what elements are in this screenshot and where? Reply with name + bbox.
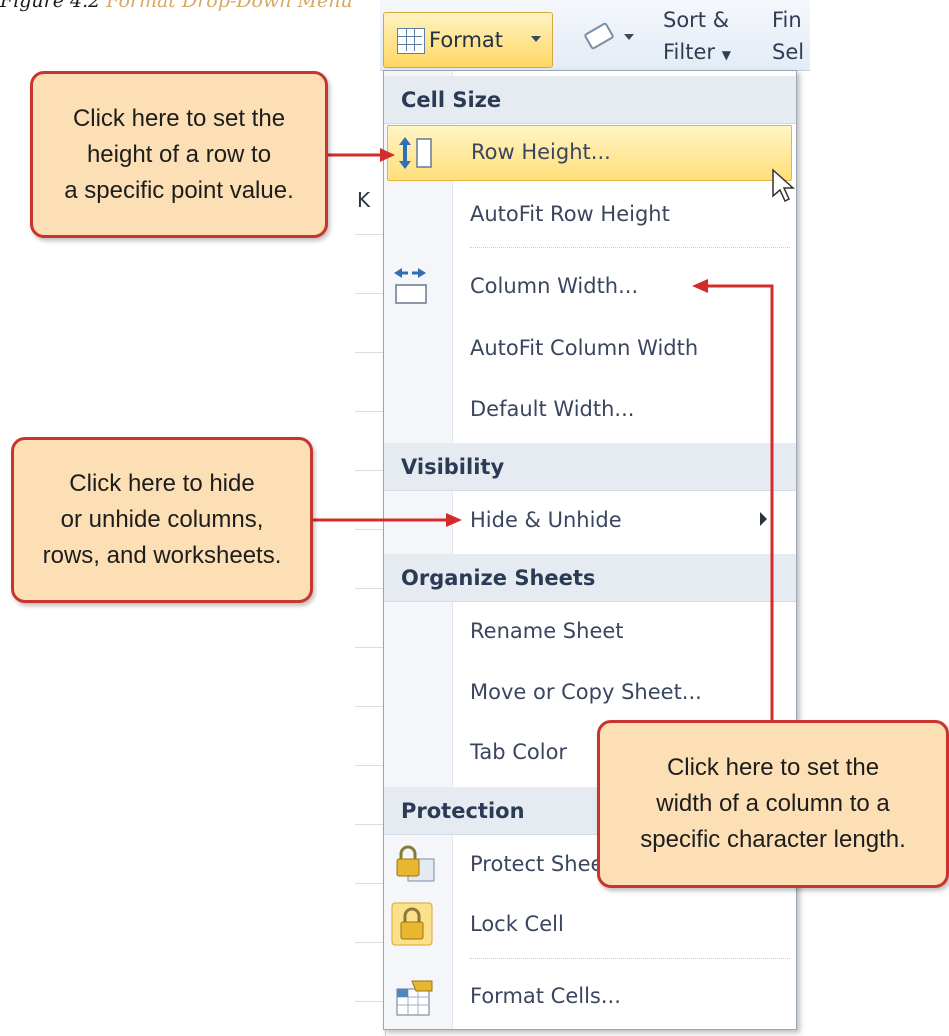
callout-line: Click here to set the [666,754,880,781]
callout-line: Click here to set the [72,104,286,132]
arrow-to-hide-unhide [311,513,462,527]
callout-line: height of a row to [86,140,272,168]
callout-line: Click here to hide [69,470,255,497]
callout-line: or unhide columns, [60,506,264,533]
callout-column-width: Click here to set the width of a column … [597,720,949,888]
callout-hide-unhide: Click here to hide or unhide columns, ro… [11,437,313,603]
callout-line: specific character length. [640,826,906,853]
callout-line: rows, and worksheets. [42,542,282,569]
arrow-to-row-height [327,148,395,162]
callout-line: a specific point value. [64,176,294,204]
callout-row-height: Click here to set the height of a row to… [30,71,328,238]
arrow-to-column-width [692,279,774,722]
callout-line: width of a column to a [656,790,890,817]
